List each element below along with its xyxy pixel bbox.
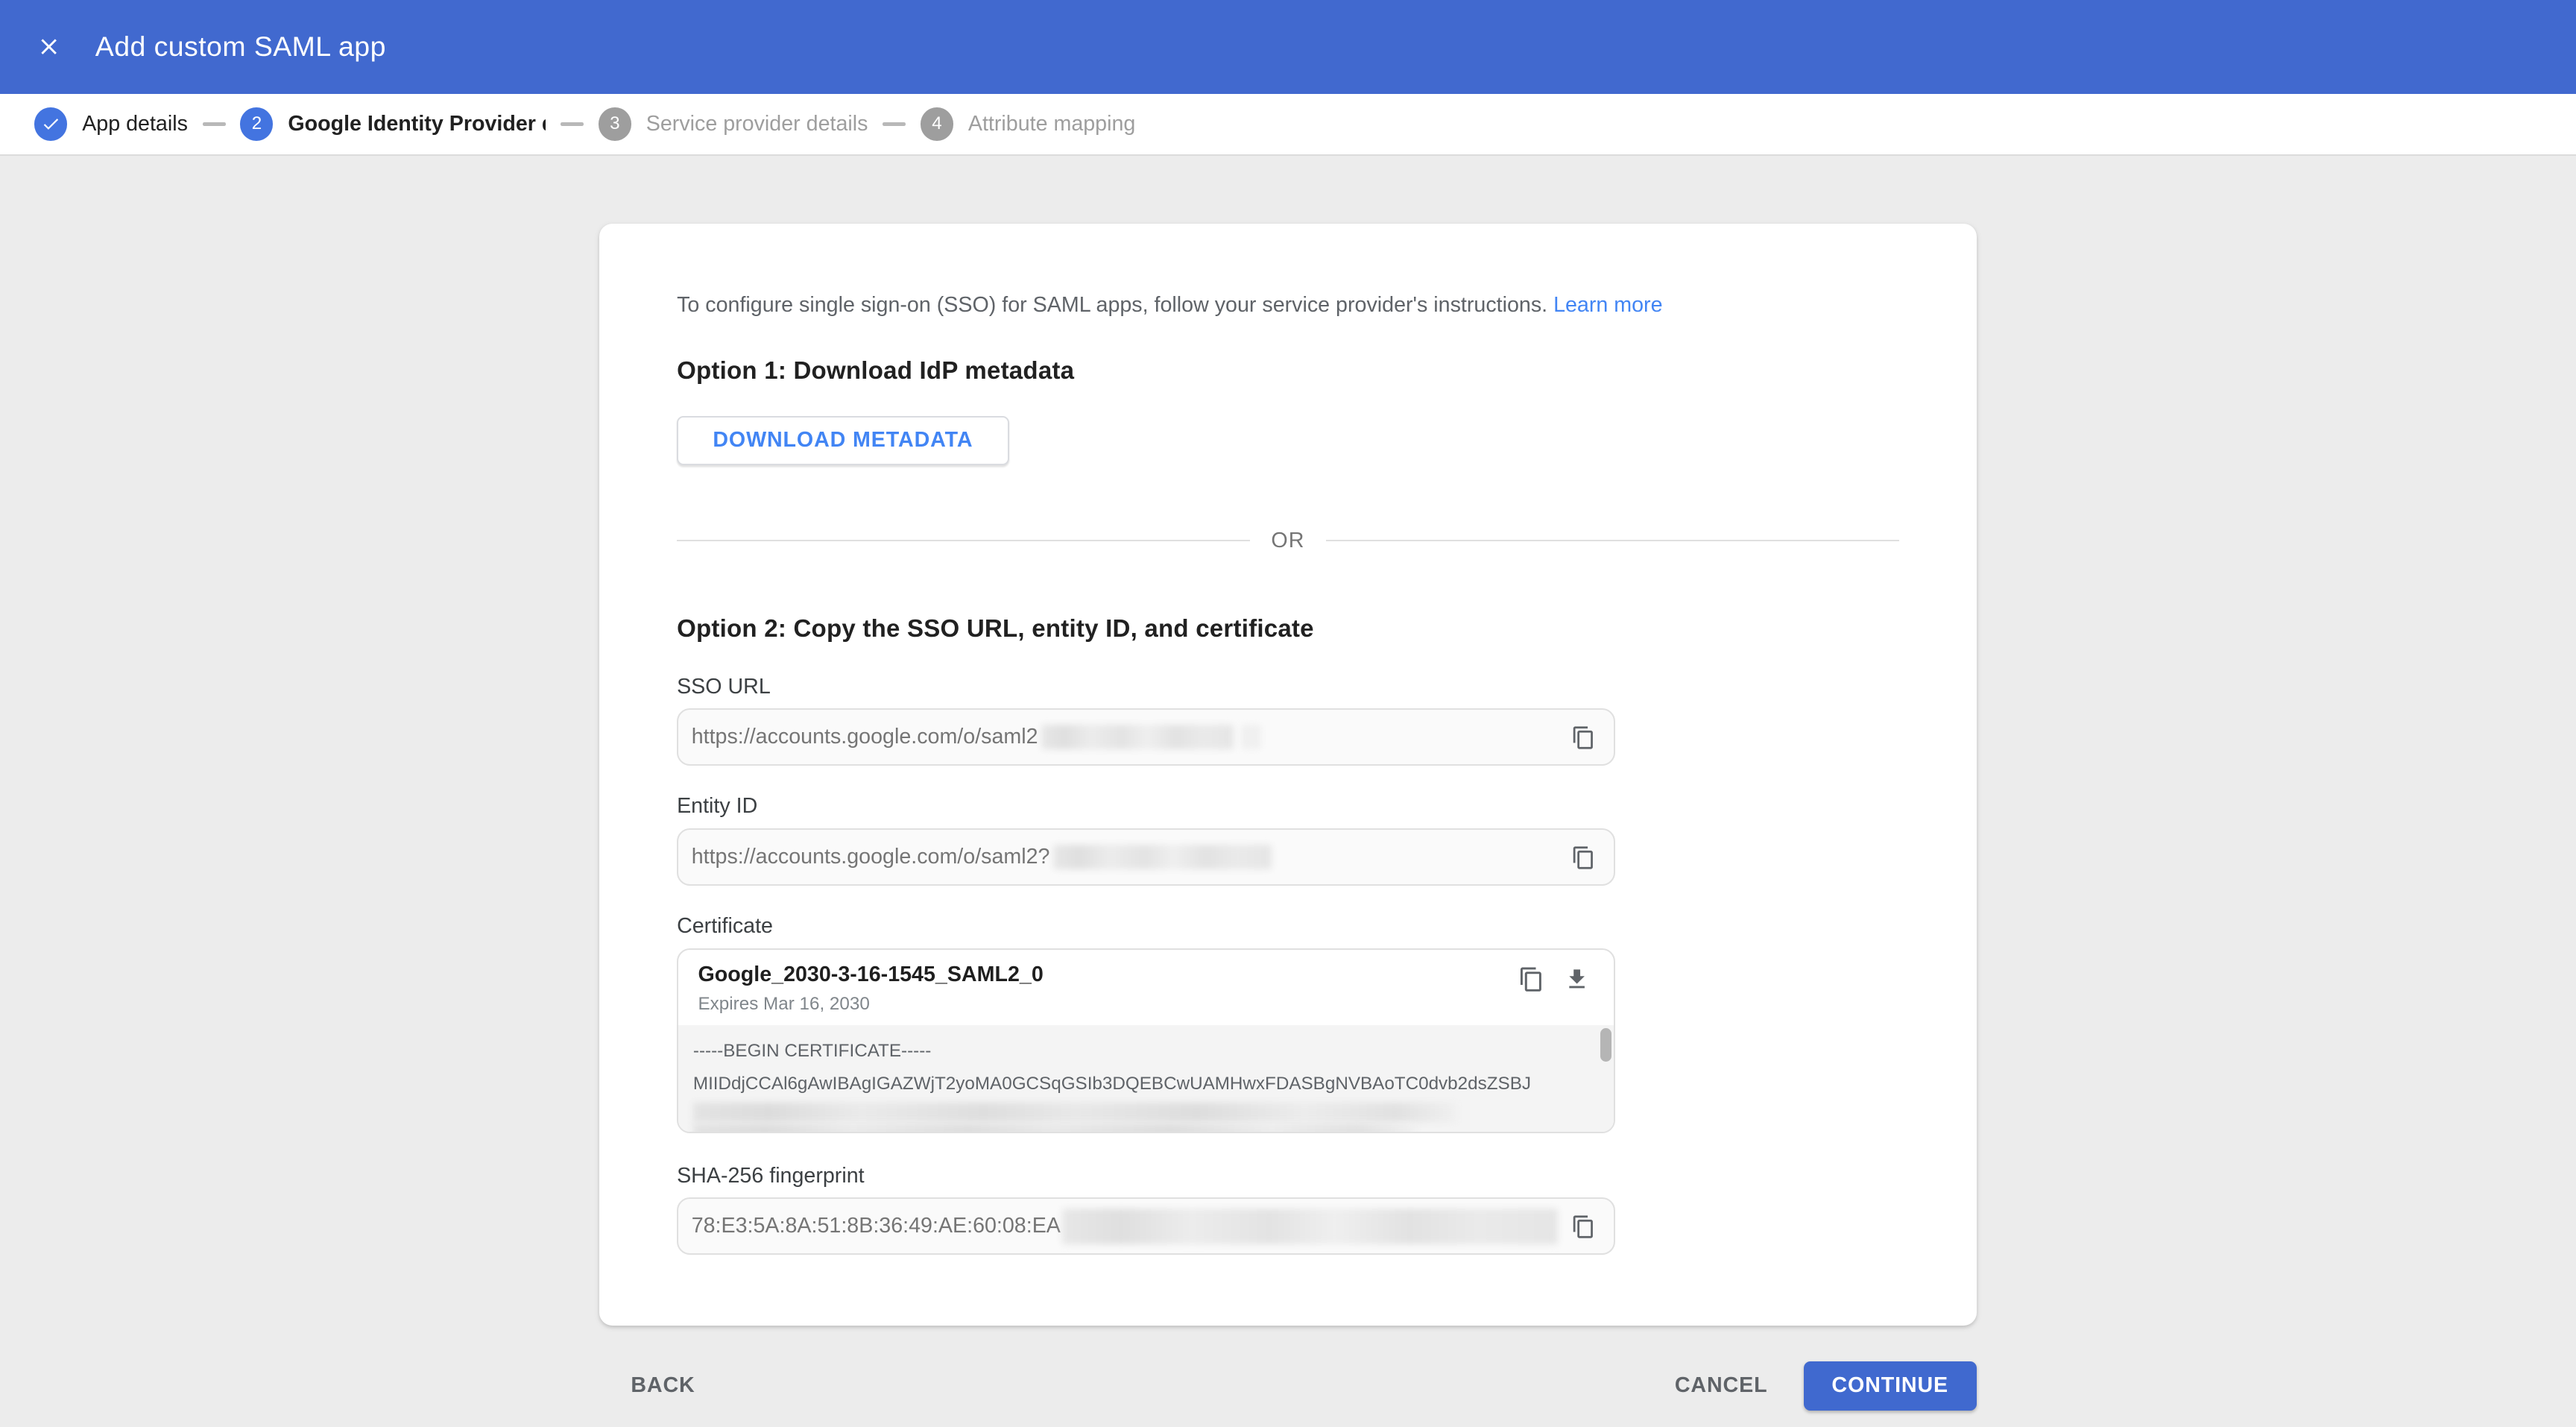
redacted-area bbox=[1052, 844, 1272, 869]
divider-line bbox=[1326, 539, 1899, 542]
option1-heading: Option 1: Download IdP metadata bbox=[677, 357, 1075, 385]
intro-sentence: To configure single sign-on (SSO) for SA… bbox=[677, 293, 1548, 318]
dialog-header: Add custom SAML app bbox=[0, 0, 2576, 94]
step-app-details[interactable]: App details bbox=[34, 107, 188, 141]
certificate-data-line: MIIDdjCCAl6gAwIBAgIGAZWjT2yoMA0GCSqGSIb3… bbox=[692, 1074, 1531, 1094]
certificate-begin-line: -----BEGIN CERTIFICATE----- bbox=[692, 1041, 932, 1062]
redacted-area bbox=[692, 1124, 1416, 1133]
step-label: Google Identity Provider details bbox=[288, 111, 546, 136]
certificate-header: Google_2030-3-16-1545_SAML2_0 Expires Ma… bbox=[678, 950, 1614, 1025]
copy-icon[interactable] bbox=[1569, 1212, 1599, 1242]
copy-icon[interactable] bbox=[1569, 842, 1599, 872]
step-connector bbox=[202, 122, 226, 126]
footer-actions: BACK CANCEL CONTINUE bbox=[599, 1360, 1977, 1411]
or-divider: OR bbox=[677, 527, 1899, 553]
redacted-area bbox=[1241, 724, 1262, 749]
step-label: Service provider details bbox=[645, 111, 868, 136]
step-service-provider-details[interactable]: 3 Service provider details bbox=[598, 107, 868, 141]
entity-id-label: Entity ID bbox=[677, 794, 758, 819]
learn-more-link[interactable]: Learn more bbox=[1553, 293, 1662, 317]
certificate-card: Google_2030-3-16-1545_SAML2_0 Expires Ma… bbox=[677, 948, 1615, 1134]
entity-id-field: https://accounts.google.com/o/saml2? bbox=[677, 828, 1615, 886]
sha256-value: 78:E3:5A:8A:51:8B:36:49:AE:60:08:EA bbox=[691, 1214, 1061, 1238]
step-attribute-mapping[interactable]: 4 Attribute mapping bbox=[920, 107, 1136, 141]
step-number: 3 bbox=[598, 107, 631, 141]
certificate-actions bbox=[1517, 964, 1592, 994]
certificate-body-scroll-area[interactable]: -----BEGIN CERTIFICATE----- MIIDdjCCAl6g… bbox=[678, 1025, 1614, 1133]
option2-heading: Option 2: Copy the SSO URL, entity ID, a… bbox=[677, 615, 1314, 643]
step-number: 4 bbox=[920, 107, 954, 141]
scrollbar-thumb[interactable] bbox=[1600, 1028, 1612, 1062]
copy-icon[interactable] bbox=[1517, 964, 1547, 994]
step-label: App details bbox=[82, 111, 188, 136]
footer-right-actions: CANCEL CONTINUE bbox=[1655, 1360, 1977, 1411]
step-connector bbox=[561, 122, 584, 126]
entity-id-value: https://accounts.google.com/o/saml2? bbox=[691, 844, 1050, 869]
back-button[interactable]: BACK bbox=[611, 1360, 715, 1411]
divider-line bbox=[677, 539, 1250, 542]
certificate-expiry: Expires Mar 16, 2030 bbox=[698, 994, 870, 1015]
redacted-area bbox=[1062, 1208, 1558, 1245]
sso-url-field: https://accounts.google.com/o/saml2 bbox=[677, 708, 1615, 766]
sso-url-value: https://accounts.google.com/o/saml2 bbox=[691, 724, 1038, 749]
certificate-label: Certificate bbox=[677, 914, 773, 939]
redacted-area bbox=[692, 1102, 1457, 1123]
close-icon[interactable] bbox=[26, 24, 72, 70]
redacted-area bbox=[1041, 724, 1234, 749]
step-connector bbox=[883, 122, 906, 126]
sso-url-label: SSO URL bbox=[677, 674, 771, 699]
continue-button[interactable]: CONTINUE bbox=[1803, 1361, 1977, 1411]
step-label: Attribute mapping bbox=[967, 111, 1136, 136]
sha256-label: SHA-256 fingerprint bbox=[677, 1163, 865, 1188]
step-number: 2 bbox=[240, 107, 274, 141]
divider-label: OR bbox=[1271, 528, 1305, 552]
copy-icon[interactable] bbox=[1569, 723, 1599, 753]
intro-text: To configure single sign-on (SSO) for SA… bbox=[677, 292, 1899, 318]
download-metadata-button[interactable]: DOWNLOAD METADATA bbox=[677, 415, 1009, 465]
certificate-name: Google_2030-3-16-1545_SAML2_0 bbox=[698, 963, 1044, 987]
check-icon bbox=[34, 107, 68, 141]
stepper: App details 2 Google Identity Provider d… bbox=[0, 93, 2576, 157]
step-google-idp-details[interactable]: 2 Google Identity Provider details bbox=[240, 107, 546, 141]
idp-details-card: To configure single sign-on (SSO) for SA… bbox=[599, 223, 1977, 1326]
dialog-title: Add custom SAML app bbox=[95, 31, 386, 63]
cancel-button[interactable]: CANCEL bbox=[1655, 1360, 1787, 1411]
sha256-field: 78:E3:5A:8A:51:8B:36:49:AE:60:08:EA bbox=[677, 1197, 1615, 1256]
download-icon[interactable] bbox=[1562, 964, 1592, 994]
